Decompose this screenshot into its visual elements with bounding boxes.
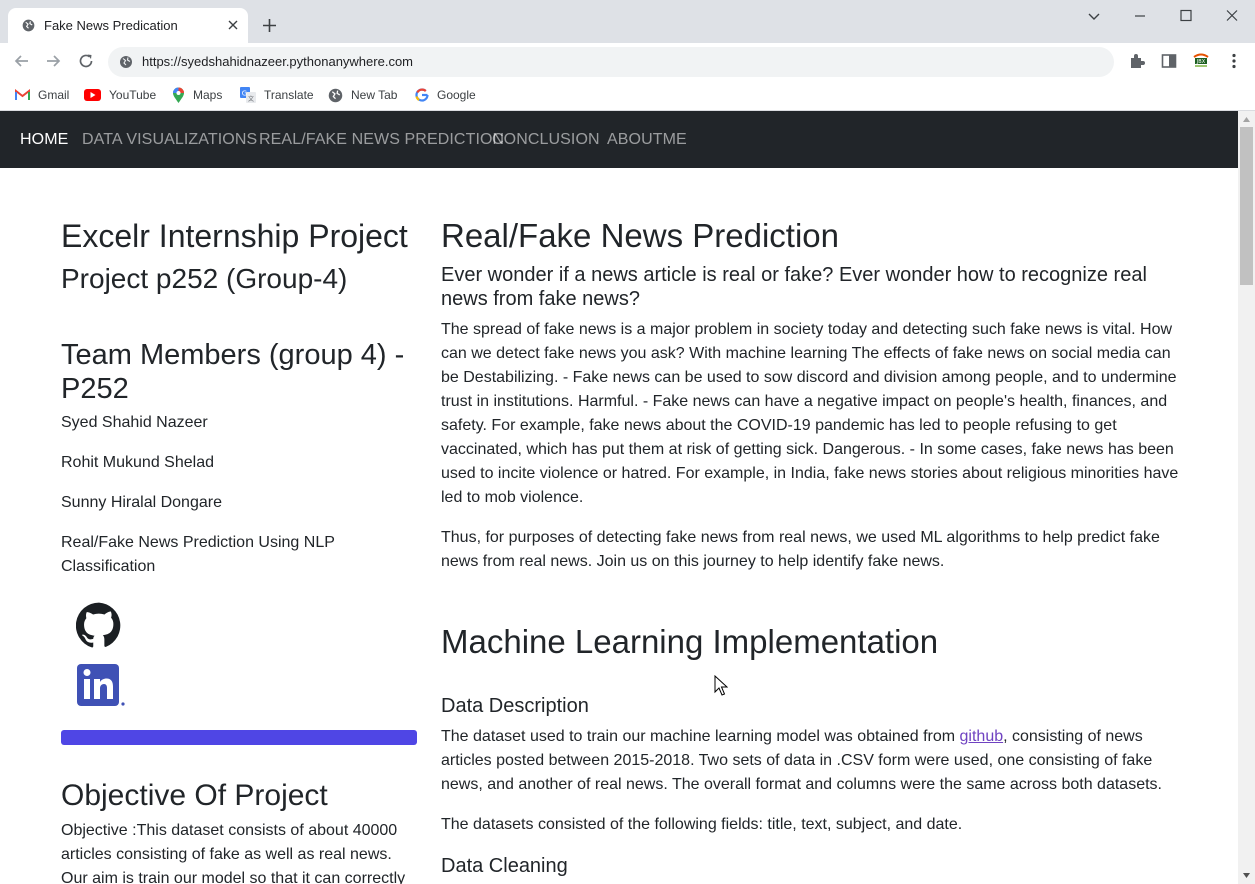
project-title: Excelr Internship Project: [61, 218, 408, 254]
team-heading: Team Members (group 4) - P252: [61, 339, 405, 405]
page-scrollbar[interactable]: [1238, 111, 1255, 884]
scroll-up-icon[interactable]: [1242, 115, 1251, 124]
data-description-heading: Data Description: [441, 695, 589, 717]
back-icon[interactable]: [13, 52, 31, 70]
data-description-text: The dataset used to train our machine le…: [441, 728, 960, 745]
side-panel-icon[interactable]: [1159, 51, 1179, 71]
project-subtitle: Project p252 (Group-4): [61, 263, 348, 294]
bookmark-label: Gmail: [38, 88, 70, 102]
accent-divider: [61, 730, 417, 745]
maximize-icon[interactable]: [1176, 8, 1196, 24]
close-icon[interactable]: [226, 18, 240, 32]
bookmark-label: YouTube: [109, 88, 157, 102]
team-member: Syed Shahid Nazeer: [61, 414, 208, 431]
maps-icon: [173, 87, 184, 103]
google-icon: [415, 88, 429, 102]
fields-paragraph: The datasets consisted of the following …: [441, 816, 963, 833]
youtube-icon: [84, 89, 101, 101]
nav-home[interactable]: HOME: [20, 131, 68, 149]
globe-icon: [22, 19, 35, 32]
url-text: https://syedshahidnazeer.pythonanywhere.…: [142, 54, 414, 69]
extensions-icon[interactable]: [1127, 51, 1147, 71]
bookmark-new-tab[interactable]: New Tab: [328, 86, 397, 104]
nav-data-visualizations[interactable]: DATA VISUALIZATIONS: [82, 131, 257, 149]
intro-paragraph: The spread of fake news is a major probl…: [441, 321, 1179, 506]
mouse-cursor-icon: [714, 675, 728, 696]
new-tab-icon[interactable]: [262, 18, 277, 33]
team-member: Rohit Mukund Shelad: [61, 454, 214, 471]
bookmarks-bar: Gmail YouTube Maps G 文 Translate New Tab…: [0, 80, 1255, 111]
globe-icon: [328, 88, 343, 102]
translate-icon: G 文: [240, 87, 256, 103]
forward-icon[interactable]: [44, 52, 62, 70]
bookmark-gmail[interactable]: Gmail: [15, 86, 69, 104]
address-bar[interactable]: https://syedshahidnazeer.pythonanywhere.…: [108, 47, 1114, 77]
nav-prediction[interactable]: REAL/FAKE NEWS PREDICTION: [259, 131, 504, 149]
objective-text: Objective :This dataset consists of abou…: [61, 822, 406, 884]
bookmark-label: Maps: [193, 88, 223, 102]
gmail-icon: [15, 89, 30, 100]
minimize-icon[interactable]: [1130, 8, 1150, 24]
team-member: Sunny Hiralal Dongare: [61, 494, 222, 511]
page-title: Real/Fake News Prediction: [441, 217, 839, 254]
bookmark-translate[interactable]: G 文 Translate: [240, 86, 314, 104]
site-navbar: HOME DATA VISUALIZATIONS REAL/FAKE NEWS …: [0, 111, 1238, 168]
bookmark-label: Google: [437, 88, 476, 102]
ml-heading: Machine Learning Implementation: [441, 623, 939, 660]
extension-jbx-icon[interactable]: JBX: [1191, 51, 1211, 71]
browser-tab[interactable]: Fake News Predication: [8, 8, 248, 43]
bookmark-maps[interactable]: Maps: [172, 86, 222, 104]
summary-paragraph: Thus, for purposes of detecting fake new…: [441, 529, 1160, 570]
tab-title: Fake News Predication: [44, 18, 178, 33]
site-info-icon[interactable]: [119, 55, 133, 69]
window-close-icon[interactable]: [1222, 8, 1242, 24]
github-link[interactable]: github: [960, 728, 1004, 745]
more-menu-icon[interactable]: [1224, 51, 1244, 71]
objective-heading: Objective Of Project: [61, 779, 328, 812]
svg-text:G: G: [242, 90, 247, 98]
page-viewport: HOME DATA VISUALIZATIONS REAL/FAKE NEWS …: [0, 111, 1238, 884]
bookmark-google[interactable]: Google: [415, 86, 476, 104]
svg-text:JBX: JBX: [1196, 59, 1206, 65]
bookmark-youtube[interactable]: YouTube: [84, 86, 156, 104]
bookmark-label: New Tab: [351, 88, 398, 102]
linkedin-icon[interactable]: [76, 663, 126, 707]
data-description-paragraph: The dataset used to train our machine le…: [441, 725, 1181, 797]
tab-search-icon[interactable]: [1084, 8, 1104, 24]
reload-icon[interactable]: [77, 52, 95, 70]
scrollbar-thumb[interactable]: [1240, 127, 1253, 285]
data-cleaning-heading: Data Cleaning: [441, 855, 568, 877]
scroll-down-icon[interactable]: [1242, 871, 1251, 880]
bookmark-label: Translate: [264, 88, 314, 102]
tab-strip: Fake News Predication: [0, 0, 1255, 43]
page-subtitle: Ever wonder if a news article is real or…: [441, 264, 1147, 310]
project-description: Real/Fake News Prediction Using NLP Clas…: [61, 534, 335, 575]
browser-toolbar: https://syedshahidnazeer.pythonanywhere.…: [0, 43, 1255, 80]
nav-about[interactable]: ABOUTME: [607, 131, 687, 149]
nav-conclusion[interactable]: CONCLUSION: [492, 131, 600, 149]
svg-text:文: 文: [248, 95, 254, 103]
github-icon[interactable]: [76, 602, 122, 648]
